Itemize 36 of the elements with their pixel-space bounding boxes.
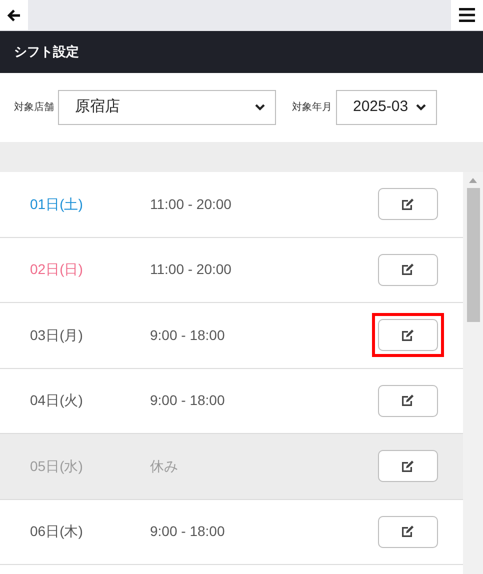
edit-button[interactable]	[378, 450, 438, 482]
edit-icon	[401, 460, 415, 473]
edit-button[interactable]	[378, 516, 438, 548]
shift-time: 9:00 - 18:00	[150, 326, 226, 345]
chevron-down-icon	[255, 104, 265, 111]
edit-button[interactable]	[378, 319, 438, 352]
menu-icon	[459, 8, 475, 22]
select-field[interactable]: 原宿店	[58, 90, 276, 125]
shift-date: 02日(日)	[29, 260, 84, 280]
edit-button[interactable]	[378, 384, 438, 417]
shift-date: 03日(月)	[29, 326, 84, 345]
edit-icon	[401, 263, 415, 276]
back-button[interactable]	[0, 0, 28, 30]
shift-time: 9:00 - 18:00	[150, 391, 226, 410]
shift-time: 休み	[150, 456, 179, 476]
edit-button[interactable]	[378, 254, 438, 286]
shift-time: 11:00 - 20:00	[150, 260, 232, 280]
back-arrow-icon	[7, 8, 21, 22]
filter-label: 対象年月	[292, 100, 332, 115]
edit-icon	[401, 328, 415, 342]
shift-date: 01日(土)	[29, 194, 84, 214]
shift-date: 06日(木)	[29, 522, 84, 542]
edit-icon	[401, 198, 415, 211]
scrollbar-thumb[interactable]	[466, 188, 480, 322]
edit-icon	[401, 394, 415, 408]
page-title: シフト設定	[14, 43, 79, 62]
edit-icon	[401, 525, 415, 538]
select-field[interactable]: 2025-03	[336, 90, 437, 125]
shift-time: 11:00 - 20:00	[150, 194, 232, 214]
menu-button[interactable]	[451, 0, 483, 30]
chevron-down-icon	[416, 104, 426, 111]
shift-time: 9:00 - 18:00	[150, 522, 226, 542]
edit-button[interactable]	[378, 188, 438, 220]
filter-label: 対象店舗	[14, 100, 54, 115]
shift-date: 04日(火)	[29, 391, 84, 410]
shift-date: 05日(水)	[29, 456, 84, 476]
